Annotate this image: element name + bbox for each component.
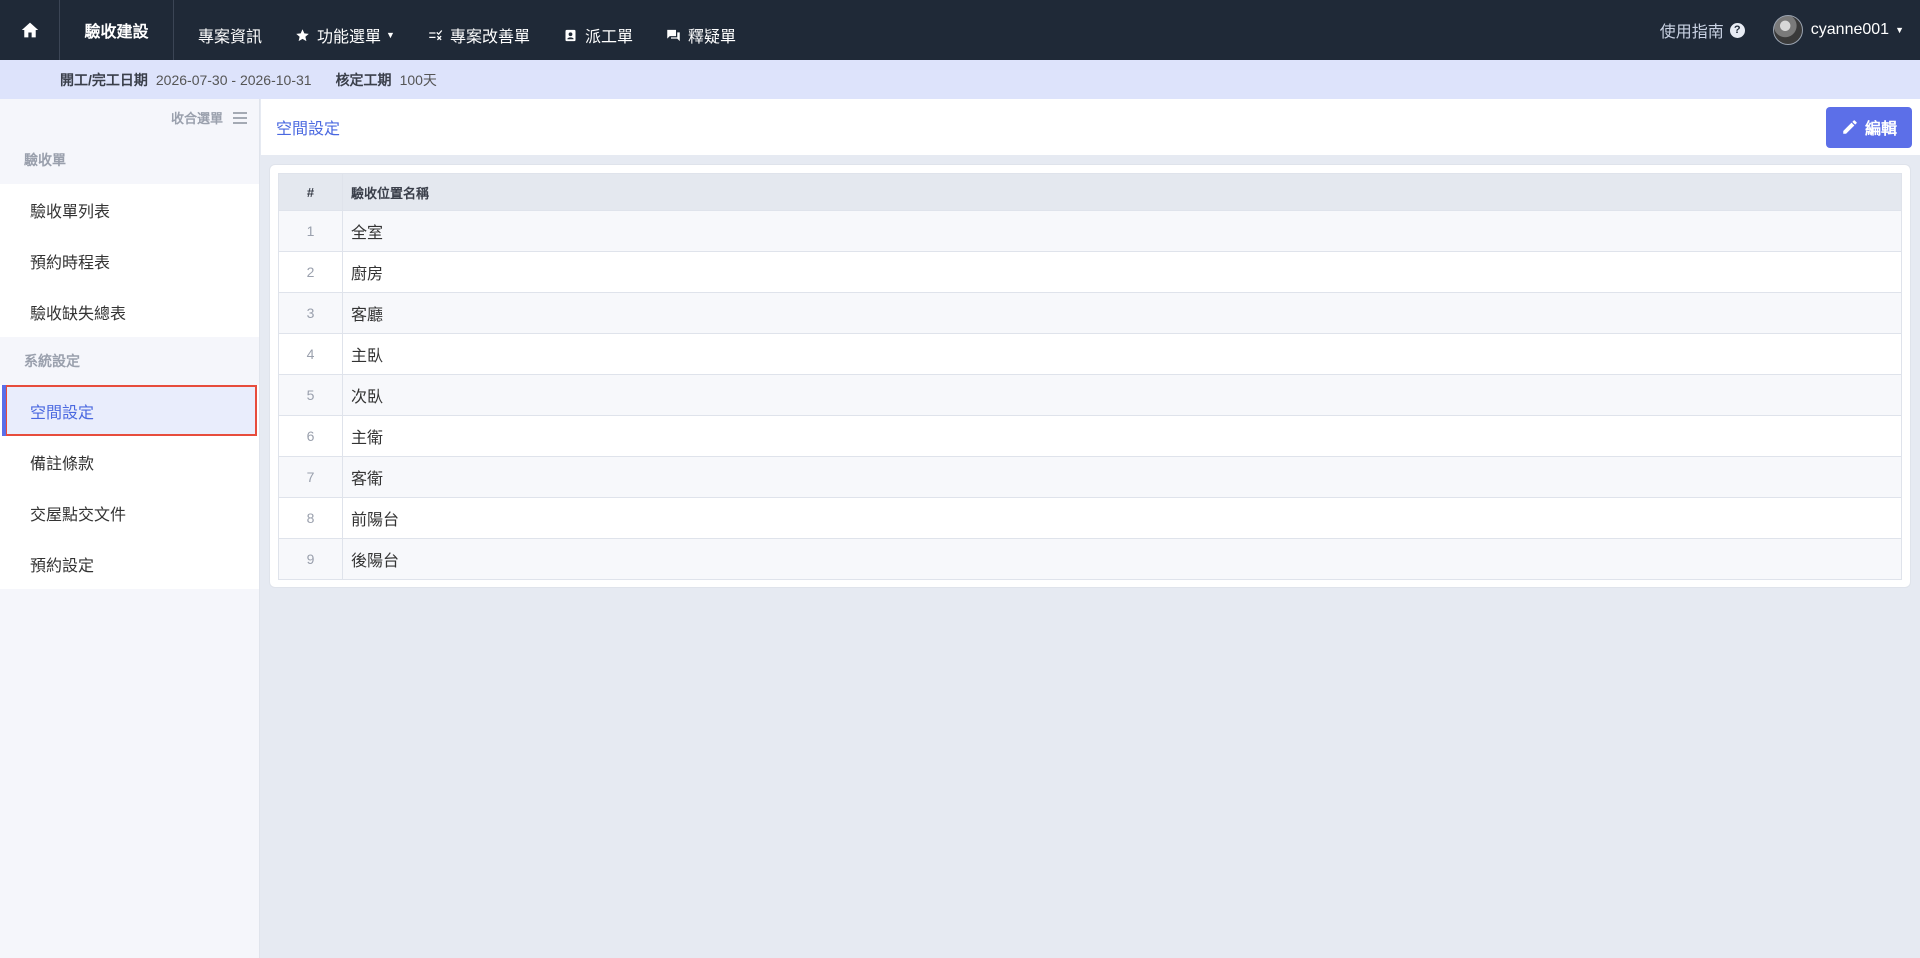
row-index: 7	[278, 456, 343, 498]
guide-label: 使用指南	[1659, 24, 1724, 41]
duration-value: 100天	[399, 71, 437, 88]
nav-label: 釋疑單	[687, 29, 736, 46]
brand-title[interactable]: 驗收建設	[60, 0, 174, 60]
menu-list-inspection: 驗收單列表 預約時程表 驗收缺失總表	[0, 184, 259, 337]
nav-improvement-order[interactable]: 專案改善單	[428, 13, 530, 47]
table-row: 9 後陽台	[278, 538, 1902, 580]
username: cyanne001	[1810, 21, 1890, 38]
location-name: 主衛	[342, 415, 1902, 457]
table-row: 1 全室	[278, 210, 1902, 252]
duration-label: 核定工期	[335, 71, 392, 88]
sidebar-item-booking-settings[interactable]: 預約設定	[0, 538, 259, 589]
top-navbar: 驗收建設 專案資訊 功能選單 ▼ 專案改善單 派工單 釋疑單 使用指南 ? cy…	[0, 0, 1920, 60]
sidebar-item-handover-docs[interactable]: 交屋點交文件	[0, 487, 259, 538]
badge-icon	[565, 29, 576, 41]
page-title: 空間設定	[276, 121, 341, 138]
nav-clarification-order[interactable]: 釋疑單	[666, 13, 736, 47]
location-name: 客衛	[342, 456, 1902, 498]
nav-dispatch-order[interactable]: 派工單	[563, 13, 633, 47]
user-menu[interactable]: cyanne001 ▼	[1772, 15, 1904, 45]
chat-icon	[667, 29, 680, 41]
table-row: 5 次臥	[278, 374, 1902, 416]
edit-button[interactable]: 編輯	[1826, 106, 1912, 148]
nav-label: 派工單	[584, 29, 633, 46]
row-index: 5	[278, 374, 343, 416]
nav-project-info[interactable]: 專案資訊	[198, 13, 262, 47]
row-index: 2	[278, 251, 343, 293]
home-button[interactable]	[0, 0, 60, 60]
nav-label: 專案資訊	[198, 29, 263, 46]
location-name: 次臥	[342, 374, 1902, 416]
table-row: 8 前陽台	[278, 497, 1902, 539]
space-table-card: # 驗收位置名稱 1 全室 2 廚房 3 客廳 4 主臥 5 次臥 6 主衛 7 客衛 8 前陽台 9 後陽台	[269, 164, 1911, 588]
column-header-location-name: 驗收位置名稱	[342, 173, 1902, 211]
location-name: 前陽台	[342, 497, 1902, 539]
avatar	[1772, 15, 1803, 45]
row-index: 4	[278, 333, 343, 375]
period-value: 2026-07-30 - 2026-10-31	[155, 71, 312, 88]
table-row: 3 客廳	[278, 292, 1902, 334]
sidebar-item-inspection-list[interactable]: 驗收單列表	[0, 184, 259, 235]
menu-list-settings: 空間設定 備註條款 交屋點交文件 預約設定	[0, 385, 259, 589]
space-table: # 驗收位置名稱 1 全室 2 廚房 3 客廳 4 主臥 5 次臥 6 主衛 7 客衛 8 前陽台 9 後陽台	[278, 173, 1902, 580]
row-index: 8	[278, 497, 343, 539]
sidebar-item-space-settings[interactable]: 空間設定	[2, 385, 257, 436]
content-header: 空間設定 編輯	[261, 99, 1920, 155]
sidebar-item-remark-terms[interactable]: 備註條款	[0, 436, 259, 487]
location-name: 全室	[342, 210, 1902, 252]
checklist-icon	[429, 29, 443, 40]
user-guide-link[interactable]: 使用指南 ?	[1660, 18, 1745, 42]
nav-label: 專案改善單	[449, 29, 530, 46]
table-row: 6 主衛	[278, 415, 1902, 457]
section-title-inspection: 驗收單	[0, 136, 259, 184]
table-header-row: # 驗收位置名稱	[278, 173, 1902, 211]
home-icon	[21, 22, 38, 38]
table-row: 4 主臥	[278, 333, 1902, 375]
location-name: 廚房	[342, 251, 1902, 293]
collapse-menu-button[interactable]: 收合選單	[0, 99, 259, 136]
nav-label: 功能選單	[317, 29, 382, 46]
location-name: 客廳	[342, 292, 1902, 334]
help-icon: ?	[1729, 22, 1745, 38]
sidebar: 收合選單 驗收單 驗收單列表 預約時程表 驗收缺失總表 系統設定 空間設定 備註…	[0, 99, 260, 958]
project-info-bar: 開工/完工日期 2026-07-30 - 2026-10-31 核定工期 100…	[0, 60, 1920, 99]
period-label: 開工/完工日期	[60, 71, 148, 88]
row-index: 1	[278, 210, 343, 252]
column-header-index: #	[278, 173, 343, 211]
location-name: 主臥	[342, 333, 1902, 375]
table-row: 2 廚房	[278, 251, 1902, 293]
pencil-icon	[1843, 120, 1857, 134]
sidebar-item-schedule[interactable]: 預約時程表	[0, 235, 259, 286]
row-index: 6	[278, 415, 343, 457]
menu-icon	[233, 111, 247, 124]
table-row: 7 客衛	[278, 456, 1902, 498]
location-name: 後陽台	[342, 538, 1902, 580]
star-icon	[296, 28, 309, 41]
edit-label: 編輯	[1864, 121, 1897, 138]
collapse-label: 收合選單	[170, 111, 223, 126]
row-index: 3	[278, 292, 343, 334]
nav-function-menu[interactable]: 功能選單 ▼	[295, 13, 395, 47]
caret-down-icon: ▼	[1895, 25, 1904, 35]
caret-down-icon: ▼	[386, 30, 395, 40]
sidebar-item-defect-summary[interactable]: 驗收缺失總表	[0, 286, 259, 337]
section-title-settings: 系統設定	[0, 337, 259, 385]
row-index: 9	[278, 538, 343, 580]
